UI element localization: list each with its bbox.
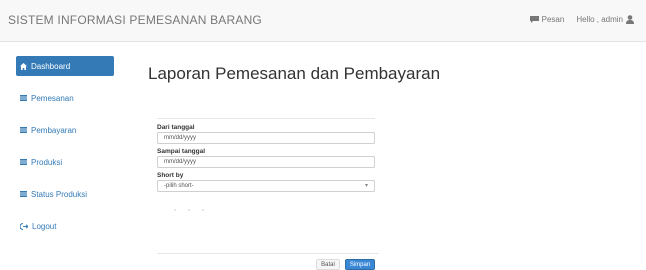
- user-icon: [626, 15, 634, 24]
- sampai-tanggal-label: Sampai tanggal: [157, 148, 206, 155]
- user-menu[interactable]: Hello , admin: [576, 15, 634, 24]
- form-footer-divider: [157, 253, 379, 254]
- report-filter-form: Dari tanggal mm/dd/yyyy Sampai tanggal m…: [157, 118, 375, 220]
- batal-button[interactable]: Batal: [316, 259, 340, 270]
- form-divider: [157, 118, 375, 119]
- sidebar-item-label: Dashboard: [31, 61, 71, 71]
- sidebar-item-dashboard[interactable]: Dashboard: [16, 56, 114, 76]
- dari-tanggal-input[interactable]: mm/dd/yyyy: [157, 132, 375, 144]
- sampai-tanggal-input[interactable]: mm/dd/yyyy: [157, 156, 375, 168]
- dari-tanggal-label: Dari tanggal: [157, 124, 195, 131]
- simpan-button[interactable]: Simpan: [345, 259, 375, 270]
- sidebar-item-label: Pembayaran: [31, 125, 77, 135]
- app-brand[interactable]: SISTEM INFORMASI PEMESANAN BARANG: [8, 13, 262, 27]
- chevron-down-icon: ▾: [364, 183, 368, 189]
- sidebar-nav: Dashboard Pemesanan Pembayaran Produksi …: [16, 56, 114, 248]
- navbar-right: Pesan Hello , admin: [529, 15, 634, 24]
- pesan-link[interactable]: Pesan: [529, 15, 565, 24]
- sidebar-item-logout[interactable]: Logout: [16, 216, 114, 236]
- sidebar-item-pemesanan[interactable]: Pemesanan: [16, 88, 114, 108]
- short-by-label: Short by: [157, 172, 184, 179]
- home-icon: [20, 62, 27, 70]
- sidebar-item-label: Produksi: [31, 157, 63, 167]
- pesan-label: Pesan: [541, 15, 565, 24]
- top-navbar: SISTEM INFORMASI PEMESANAN BARANG Pesan …: [0, 0, 646, 42]
- sidebar-item-label: Pemesanan: [31, 93, 74, 103]
- sidebar-item-pembayaran[interactable]: Pembayaran: [16, 120, 114, 140]
- table-icon: [20, 159, 27, 165]
- comment-icon: [529, 16, 539, 23]
- table-icon: [20, 95, 27, 101]
- sidebar-item-status-produksi[interactable]: Status Produksi: [16, 184, 114, 204]
- table-icon: [20, 127, 27, 133]
- sidebar-item-label: Status Produksi: [31, 189, 88, 199]
- sidebar-item-produksi[interactable]: Produksi: [16, 152, 114, 172]
- logout-icon: [19, 222, 29, 230]
- short-by-selected-value: -pilih short-: [164, 183, 194, 189]
- sidebar-item-label: Logout: [32, 221, 57, 231]
- page-title: Laporan Pemesanan dan Pembayaran: [148, 64, 441, 83]
- faint-decoration: [174, 209, 204, 211]
- table-icon: [20, 191, 27, 197]
- user-greeting: Hello , admin: [576, 15, 623, 24]
- short-by-select[interactable]: -pilih short- ▾: [157, 180, 375, 192]
